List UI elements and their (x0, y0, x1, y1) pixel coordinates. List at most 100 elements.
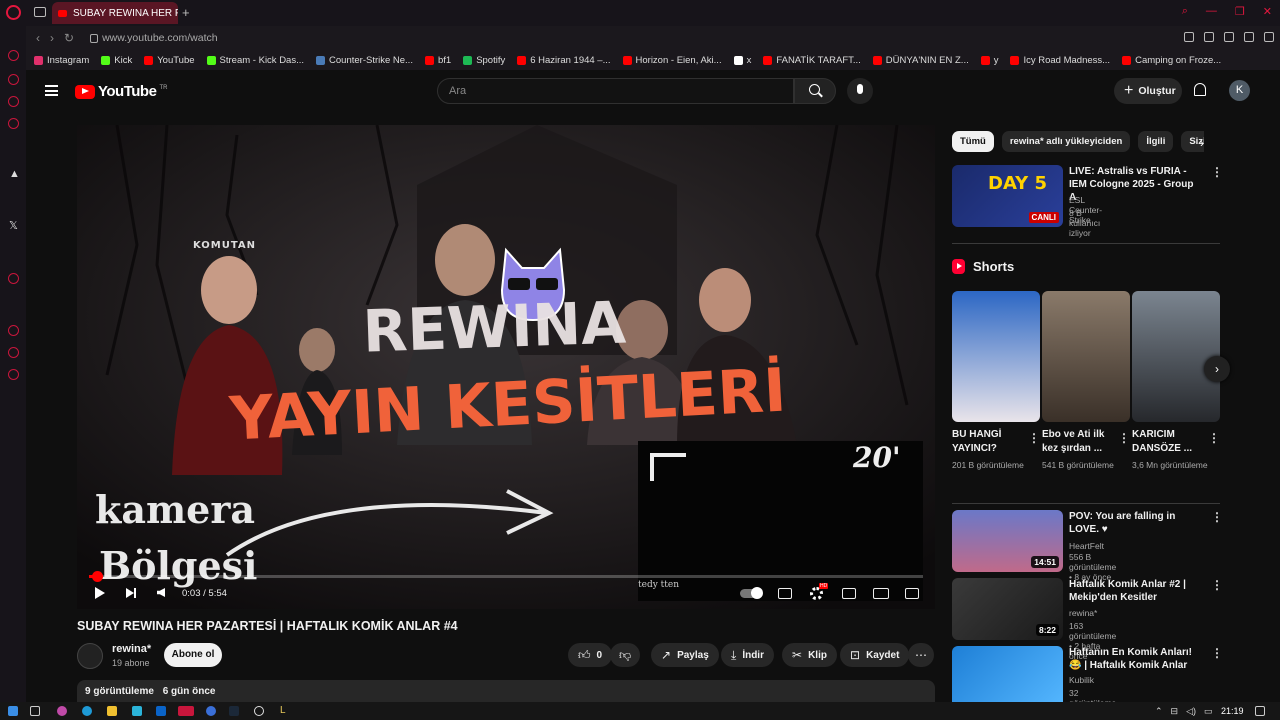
search-tabs-icon[interactable]: ⌕ (1182, 5, 1188, 18)
sidebar-player-icon[interactable] (8, 96, 19, 107)
tab-switcher-icon[interactable] (34, 7, 46, 17)
subtitles-icon[interactable] (778, 588, 792, 599)
more-vertical-icon[interactable]: ⋮ (1211, 578, 1223, 592)
bookmark-item[interactable]: bf1 (424, 55, 451, 66)
shorts-next-icon[interactable]: › (1204, 356, 1230, 382)
volume-tray-icon[interactable]: ◁) (1186, 706, 1196, 717)
sidebar-x-icon[interactable]: 𝕏 (9, 219, 18, 232)
create-button[interactable]: + Oluştur (1114, 78, 1182, 104)
theater-mode-icon[interactable] (873, 588, 889, 599)
sidebar-music-icon[interactable] (8, 273, 19, 284)
bookmark-item[interactable]: Instagram (34, 55, 89, 66)
dislike-button[interactable]: 👎︎ (610, 643, 641, 667)
browser-tab-active[interactable]: SUBAY REWINA HER PAZA (52, 2, 178, 24)
chip-0[interactable]: Tümü (952, 131, 994, 152)
url-field[interactable]: www.youtube.com/watch (102, 32, 218, 44)
notifications-bell-icon[interactable] (1194, 83, 1206, 96)
video-player[interactable]: REWINA YAYIN KESİTLERİ 20' KOMUTAN kamer… (77, 125, 935, 609)
miniplayer-icon[interactable] (842, 588, 856, 599)
vpn-icon[interactable] (1224, 32, 1234, 42)
store-icon[interactable] (132, 706, 142, 716)
bookmark-item[interactable]: Stream - Kick Das... (206, 55, 304, 66)
account-avatar[interactable]: K (1229, 80, 1250, 101)
youtube-logo[interactable]: YouTube TR (75, 83, 167, 100)
battery-icon[interactable]: ▭ (1204, 706, 1213, 717)
channel-avatar[interactable] (77, 643, 103, 669)
app-icon[interactable]: L (280, 706, 290, 716)
outlook-icon[interactable] (156, 706, 166, 716)
bookmark-item[interactable]: Counter-Strike Ne... (316, 55, 413, 66)
subscribe-button[interactable]: Abone ol (164, 643, 222, 667)
description-box[interactable]: 9 görüntüleme 6 gün önce (77, 680, 935, 704)
bookmark-item[interactable]: 6 Haziran 1944 –... (517, 55, 611, 66)
app-icon[interactable] (206, 706, 216, 716)
seek-bar[interactable] (89, 571, 923, 582)
tray-chevron-icon[interactable]: ⌃ (1155, 706, 1163, 717)
more-vertical-icon[interactable]: ⋮ (1118, 431, 1130, 445)
notifications-icon[interactable] (1255, 706, 1265, 716)
steam-icon[interactable] (229, 706, 239, 716)
maximize-icon[interactable]: ❐ (1235, 5, 1245, 18)
bookmark-item[interactable]: y (980, 55, 998, 66)
more-actions-button[interactable]: ⋯ (908, 643, 934, 667)
minimize-icon[interactable]: — (1206, 5, 1217, 18)
save-button[interactable]: ⊡ Kaydet (840, 643, 910, 667)
chips-next-icon[interactable]: › (1200, 136, 1204, 150)
snapshot-icon[interactable] (1204, 32, 1214, 42)
search-button[interactable] (794, 78, 836, 104)
like-button[interactable]: 👍︎ 0 (568, 643, 613, 667)
bookmark-item[interactable]: Spotify (463, 55, 505, 66)
bookmark-heart-icon[interactable] (1264, 32, 1274, 42)
short-item[interactable]: BU HANGİ YAYINCI? 201 B görüntüleme ⋮ (952, 291, 1040, 472)
copilot-icon[interactable] (57, 706, 67, 716)
app-icon[interactable] (254, 706, 264, 716)
network-icon[interactable]: ⊟ (1171, 706, 1179, 717)
bookmark-item[interactable]: Icy Road Madness... (1010, 55, 1110, 66)
bookmark-item[interactable]: Horizon - Eien, Aki... (622, 55, 722, 66)
more-vertical-icon[interactable]: ⋮ (1028, 431, 1040, 445)
search-input[interactable]: Ara (437, 78, 794, 104)
bookmark-item[interactable]: YouTube (144, 55, 195, 66)
more-vertical-icon[interactable]: ⋮ (1208, 431, 1220, 445)
task-view-icon[interactable] (30, 706, 40, 716)
clip-button[interactable]: ✂ Klip (782, 643, 837, 667)
fullscreen-icon[interactable] (905, 588, 919, 599)
voice-search-icon[interactable] (847, 78, 873, 104)
bookmark-item[interactable]: FANATİK TARAFT... (763, 55, 861, 66)
forward-icon[interactable]: › (50, 31, 54, 45)
chip-1[interactable]: rewina* adlı yükleyiciden (1001, 131, 1131, 152)
short-item[interactable]: KARICIM DANSÖZE ... 3,6 Mn görüntüleme ⋮ (1132, 291, 1220, 472)
more-vertical-icon[interactable]: ⋮ (1211, 646, 1223, 660)
pin-icon[interactable] (1184, 32, 1194, 42)
autoplay-toggle[interactable] (740, 587, 763, 599)
more-vertical-icon[interactable]: ⋮ (1211, 510, 1223, 524)
chip-2[interactable]: İlgili (1138, 131, 1174, 152)
play-icon[interactable] (95, 587, 105, 599)
bookmark-item[interactable]: Camping on Froze... (1122, 55, 1221, 66)
next-icon[interactable] (126, 588, 136, 598)
bookmark-item[interactable]: x (733, 55, 751, 66)
sidebar-aria-icon[interactable] (8, 74, 19, 85)
share-button[interactable]: ↗ Paylaş (651, 643, 719, 667)
bookmark-item[interactable]: DÜNYA'NIN EN Z... (872, 55, 969, 66)
channel-name[interactable]: rewina* (112, 643, 151, 655)
reload-icon[interactable]: ↻ (64, 31, 74, 45)
download-button[interactable]: ⤓ İndir (721, 643, 774, 667)
bookmark-item[interactable]: Kick (101, 55, 132, 66)
sidebar-kick-icon[interactable]: ▲ (9, 168, 20, 180)
short-item[interactable]: Ebo ve Ati ilk kez şırdan ... 541 B görü… (1042, 291, 1130, 472)
opera-gx-icon[interactable] (178, 706, 194, 716)
volume-icon[interactable] (157, 588, 165, 597)
new-tab-icon[interactable]: + (182, 5, 190, 20)
sidebar-extensions-icon[interactable] (8, 347, 19, 358)
start-icon[interactable] (8, 706, 18, 716)
sidebar-history-icon[interactable] (8, 50, 19, 61)
sidebar-bookmarks-icon[interactable] (8, 118, 19, 129)
back-icon[interactable]: ‹ (36, 31, 40, 45)
menu-icon[interactable] (45, 85, 58, 96)
opera-menu-icon[interactable] (6, 5, 21, 20)
edge-icon[interactable] (82, 706, 92, 716)
more-vertical-icon[interactable]: ⋮ (1211, 165, 1223, 179)
sidebar-settings-icon[interactable] (8, 369, 19, 380)
sidebar-clock-icon[interactable] (8, 325, 19, 336)
